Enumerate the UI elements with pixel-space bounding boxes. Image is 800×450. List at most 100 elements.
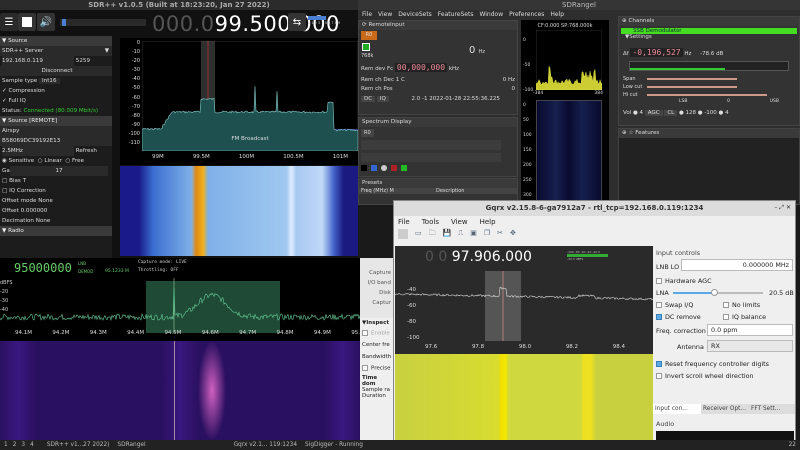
spectrum-tab[interactable]: R0 bbox=[361, 129, 374, 137]
color-icon[interactable] bbox=[361, 165, 367, 171]
dc-button[interactable]: DC bbox=[361, 96, 376, 102]
inspect-header[interactable]: ▼Inspect bbox=[360, 318, 393, 328]
frequency-display[interactable]: 0 0 97.906.000 bbox=[425, 249, 532, 265]
hardware-agc-checkbox[interactable]: Hardware AGC bbox=[656, 277, 712, 285]
swap-iq-checkbox[interactable]: Swap I/Q bbox=[656, 301, 693, 309]
remote-source-header[interactable]: ▼ Source [REMOTE] bbox=[0, 116, 112, 126]
iq-correction-checkbox[interactable]: □ IQ Correction bbox=[0, 186, 112, 196]
waterfall[interactable] bbox=[120, 166, 358, 256]
menu-file[interactable]: File bbox=[362, 10, 372, 20]
lnb-lo-input[interactable]: 0.000000 MHz bbox=[681, 259, 793, 271]
taskbar-item-gqrx[interactable]: Gqrx v2.1... 119:1234 bbox=[234, 440, 297, 450]
span-slider[interactable] bbox=[647, 78, 737, 80]
gain-mode-sensitive[interactable]: ◉ Sensitive bbox=[2, 158, 34, 164]
samplerate-select[interactable]: 2.5MHz bbox=[2, 146, 74, 156]
start-button[interactable] bbox=[362, 43, 370, 51]
menu-devicesets[interactable]: DeviceSets bbox=[398, 10, 432, 20]
spectrum-controls[interactable] bbox=[361, 140, 501, 150]
spectrum-view[interactable]: CF:0.000 SP:768.000k 0 -50 -100 -384 384 05… bbox=[521, 20, 609, 205]
fft-plot[interactable]: 0 -10 -20 -30 -40 -50 -60 -70 -80 -90 -100 -110 FM … bbox=[120, 38, 358, 165]
tools-icon[interactable]: ✂ bbox=[497, 229, 503, 240]
open-icon[interactable]: ▭ bbox=[415, 229, 422, 240]
compression-checkbox[interactable]: ✓ Compression bbox=[0, 86, 112, 96]
serial-select[interactable]: B58069DC39192E13 bbox=[0, 136, 112, 146]
volume-slider[interactable] bbox=[60, 19, 146, 26]
menu-featuresets[interactable]: FeatureSets bbox=[438, 10, 474, 20]
menu-preferences[interactable]: Preferences bbox=[509, 10, 544, 20]
waterfall[interactable] bbox=[0, 341, 360, 440]
volume-icon[interactable]: 🔊 bbox=[37, 13, 55, 31]
taskbar-item-sigdigger[interactable]: SigDigger - Running bbox=[305, 440, 363, 450]
record-icon[interactable] bbox=[391, 165, 397, 171]
menu-tools[interactable]: Tools bbox=[422, 216, 439, 228]
reset-digits-checkbox[interactable]: Reset frequency controller digits bbox=[656, 360, 769, 368]
disconnect-button[interactable]: Disconnect bbox=[0, 66, 112, 76]
remote-icon[interactable]: ❐ bbox=[484, 229, 490, 240]
offset-input[interactable]: 0.000000 bbox=[21, 208, 48, 214]
workspace-button[interactable]: 4 bbox=[30, 442, 34, 448]
rem-dev-fc-input[interactable]: 00,000,000 bbox=[394, 63, 448, 72]
iq-button[interactable]: IQ bbox=[376, 96, 389, 102]
frequency-display[interactable]: 95000000 bbox=[14, 261, 72, 275]
source-select[interactable]: SDR++ Server ▼ bbox=[0, 46, 112, 56]
waveform-icon[interactable] bbox=[371, 165, 377, 171]
refresh-button[interactable]: Refresh bbox=[76, 148, 97, 154]
waterfall[interactable] bbox=[536, 100, 602, 205]
no-limits-checkbox[interactable]: No limits bbox=[723, 301, 760, 309]
workspace-button[interactable]: 1 bbox=[4, 442, 8, 448]
save-icon[interactable]: 💾 bbox=[443, 229, 452, 240]
spectrum-controls-2[interactable] bbox=[361, 153, 501, 162]
menu-button[interactable]: ☰ bbox=[0, 13, 18, 31]
window-controls[interactable]: – ⤢ ✕ bbox=[774, 204, 791, 212]
decimation-select[interactable]: None bbox=[36, 218, 51, 224]
sample-type-select[interactable]: Int16 bbox=[39, 78, 60, 84]
menu-view[interactable]: View bbox=[451, 216, 468, 228]
cl-button[interactable]: CL bbox=[664, 110, 678, 116]
low-cut-slider[interactable] bbox=[647, 86, 737, 88]
device-select[interactable]: Airspy bbox=[0, 126, 112, 136]
offset-mode-select[interactable]: None bbox=[38, 198, 53, 204]
stop-button[interactable] bbox=[18, 13, 36, 31]
port-input[interactable]: 5259 bbox=[76, 58, 90, 64]
menu-help[interactable]: Help bbox=[550, 10, 564, 20]
power-button[interactable] bbox=[398, 229, 408, 239]
grid-icon[interactable] bbox=[401, 165, 407, 171]
column-header[interactable]: Freq (MHz) M bbox=[361, 188, 436, 194]
taskbar-item-sdrangel[interactable]: SDRangel bbox=[117, 440, 145, 450]
workspace-button[interactable]: 2 bbox=[13, 442, 17, 448]
source-header[interactable]: ▼ Source bbox=[0, 36, 112, 46]
tab-receiver-options[interactable]: Receiver Opt... bbox=[701, 404, 749, 414]
plotter[interactable]: 0 0 97.906.000 -100 -80 -60 -40 -20 0 -32… bbox=[395, 246, 653, 354]
column-header[interactable]: Description bbox=[436, 188, 464, 194]
menu-help[interactable]: Help bbox=[480, 216, 496, 228]
ip-input[interactable]: 192.168.0.119 bbox=[2, 56, 74, 66]
menu-view[interactable]: View bbox=[378, 10, 392, 20]
freq-correction-input[interactable]: 0.0 ppm bbox=[707, 324, 793, 336]
gain-mode-linear[interactable]: ○ Linear bbox=[38, 158, 62, 164]
screen-icon[interactable]: ▣ bbox=[470, 229, 477, 240]
swap-icon[interactable]: ⇆ bbox=[288, 13, 306, 31]
radio-header[interactable]: ▼ Radio bbox=[0, 226, 112, 236]
settings-toggle[interactable]: ▼Settings bbox=[619, 34, 799, 40]
crosshair-icon[interactable]: ✥ bbox=[510, 229, 516, 240]
folder-icon[interactable]: 🗀 bbox=[429, 229, 436, 240]
rem-ch-dec-select[interactable]: 1 bbox=[396, 77, 400, 83]
menu-file[interactable]: File bbox=[398, 216, 410, 228]
gain-slider[interactable]: 17 bbox=[10, 166, 108, 176]
taskbar-item-sdrpp[interactable]: SDR++ v1...27 2022) bbox=[47, 440, 110, 450]
device-tab[interactable]: R0 bbox=[361, 31, 377, 40]
tab-input-controls[interactable]: Input con... bbox=[653, 404, 701, 414]
io-devices-icon[interactable]: ⎍ bbox=[458, 229, 463, 240]
antenna-select[interactable]: RX bbox=[707, 340, 793, 352]
bias-t-checkbox[interactable]: □ Bias T bbox=[0, 176, 112, 186]
tab-fft-settings[interactable]: FFT Sett... bbox=[749, 404, 795, 414]
gain-mode-free[interactable]: ○ Free bbox=[65, 158, 84, 164]
delta-frequency-input[interactable]: -0,196,527 bbox=[630, 48, 683, 57]
workspace-button[interactable]: 3 bbox=[21, 442, 25, 448]
dc-remove-checkbox[interactable]: DC remove bbox=[656, 313, 701, 321]
precise-checkbox[interactable]: Precise bbox=[360, 363, 393, 374]
full-iq-checkbox[interactable]: ✓ Full IQ bbox=[0, 96, 112, 106]
agc-button[interactable]: AGC bbox=[644, 110, 663, 116]
lna-slider[interactable] bbox=[673, 289, 763, 296]
knob-icon[interactable] bbox=[381, 165, 387, 171]
